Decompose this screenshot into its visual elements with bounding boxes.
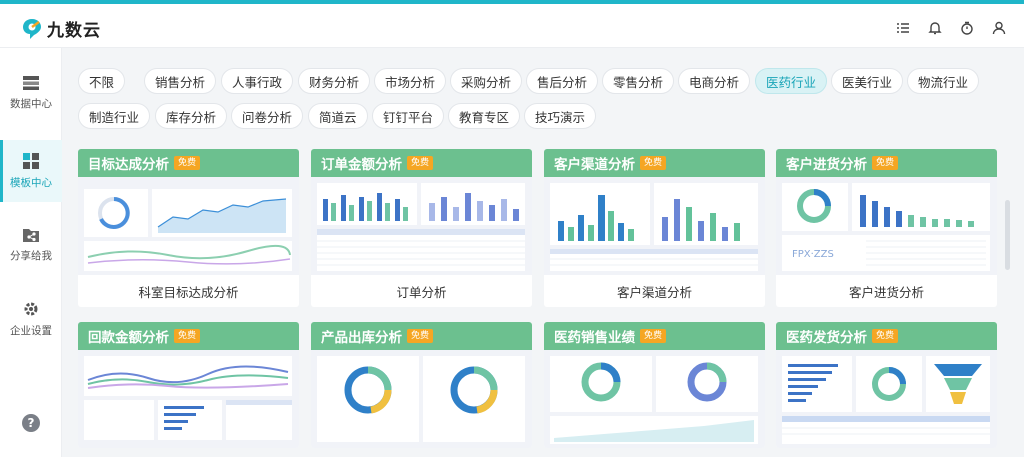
card-header: 目标达成分析 免费: [78, 149, 299, 177]
free-badge: 免费: [872, 329, 899, 343]
card-preview: [544, 350, 765, 448]
template-card[interactable]: 订单金额分析 免费 订单分析: [311, 149, 532, 307]
template-card[interactable]: 产品出库分析 免费: [311, 322, 532, 448]
card-header: 客户进货分析 免费: [776, 149, 997, 177]
list-icon[interactable]: [894, 19, 912, 37]
top-bar: 九数云: [0, 0, 1024, 48]
card-header: 回款金额分析 免费: [78, 322, 299, 350]
help-icon[interactable]: ?: [22, 414, 40, 432]
sidebar-item-label: 数据中心: [10, 98, 52, 110]
bell-icon[interactable]: [926, 19, 944, 37]
card-header: 医药销售业绩 免费: [544, 322, 765, 350]
card-title: 医药发货分析: [786, 330, 867, 346]
free-badge: 免费: [174, 329, 201, 343]
filter-tag[interactable]: 医美行业: [831, 68, 904, 94]
card-footer: 订单分析: [396, 284, 447, 300]
sidebar-item-template-center[interactable]: 模板中心: [0, 140, 62, 202]
sidebar-item-label: 模板中心: [10, 177, 52, 189]
svg-text:FPX·ZZS: FPX·ZZS: [792, 249, 834, 260]
filter-tag[interactable]: 制造行业: [78, 103, 151, 129]
card-preview: [776, 350, 997, 448]
template-card[interactable]: 客户进货分析 免费 FPX·ZZS 客户进货分析: [776, 149, 997, 307]
sidebar: 数据中心 模板中心 分享给我 企业设置 ?: [0, 48, 62, 457]
card-title: 订单金额分析: [321, 157, 402, 173]
card-footer: 科室目标达成分析: [138, 284, 239, 300]
card-title: 医药销售业绩: [554, 330, 635, 346]
card-header: 医药发货分析 免费: [776, 322, 997, 350]
share-icon: [23, 229, 39, 242]
filter-tag[interactable]: 零售分析: [602, 68, 675, 94]
sidebar-item-shared[interactable]: 分享给我: [0, 214, 62, 276]
filter-tag[interactable]: 销售分析: [144, 68, 217, 94]
app-name: 九数云: [47, 21, 101, 41]
timer-icon[interactable]: [958, 19, 976, 37]
filter-tag[interactable]: 采购分析: [450, 68, 523, 94]
free-badge: 免费: [407, 156, 434, 170]
sidebar-item-label: 分享给我: [10, 250, 52, 262]
filter-tag[interactable]: 电商分析: [678, 68, 751, 94]
card-preview: [544, 177, 765, 275]
gear-icon: [24, 302, 38, 316]
filter-tag[interactable]: 人事行政: [221, 68, 294, 94]
card-preview: [311, 177, 532, 275]
template-card[interactable]: 医药销售业绩 免费: [544, 322, 765, 448]
card-footer: 客户渠道分析: [616, 284, 692, 300]
user-icon[interactable]: [990, 19, 1008, 37]
filter-tag[interactable]: 教育专区: [448, 103, 521, 129]
card-preview: [311, 350, 532, 448]
filter-tag[interactable]: 库存分析: [155, 103, 228, 129]
template-card[interactable]: 目标达成分析 免费 科室目标达成分析: [78, 149, 299, 307]
free-badge: 免费: [174, 156, 201, 170]
filter-tag-active[interactable]: 医药行业: [755, 68, 828, 94]
card-preview: [78, 177, 299, 275]
free-badge: 免费: [872, 156, 899, 170]
logo-icon: [23, 18, 41, 39]
card-title: 产品出库分析: [321, 330, 402, 346]
filter-tag[interactable]: 售后分析: [526, 68, 599, 94]
free-badge: 免费: [640, 329, 667, 343]
card-footer: 客户进货分析: [848, 284, 924, 300]
filter-tag[interactable]: 技巧演示: [524, 103, 597, 129]
logo[interactable]: 九数云: [22, 16, 101, 41]
sidebar-item-enterprise-settings[interactable]: 企业设置: [0, 288, 62, 350]
card-preview: FPX·ZZS: [776, 177, 997, 275]
card-title: 客户渠道分析: [554, 157, 635, 173]
filter-tag[interactable]: 不限: [78, 68, 126, 94]
sidebar-item-label: 企业设置: [10, 325, 52, 337]
card-title: 客户进货分析: [786, 157, 867, 173]
template-card[interactable]: 客户渠道分析 免费 客户渠道分析: [544, 149, 765, 307]
card-header: 订单金额分析 免费: [311, 149, 532, 177]
database-icon: [23, 76, 39, 90]
free-badge: 免费: [407, 329, 434, 343]
card-title: 回款金额分析: [88, 330, 169, 346]
card-header: 客户渠道分析 免费: [544, 149, 765, 177]
filter-tag[interactable]: 物流行业: [907, 68, 980, 94]
card-preview: [78, 350, 299, 448]
filter-tag[interactable]: 钉钉平台: [372, 103, 445, 129]
template-icon: [23, 153, 39, 169]
card-header: 产品出库分析 免费: [311, 322, 532, 350]
card-title: 目标达成分析: [88, 157, 169, 173]
filter-tag[interactable]: 市场分析: [374, 68, 447, 94]
filter-tag[interactable]: 问卷分析: [231, 103, 304, 129]
filter-tag[interactable]: 简道云: [308, 103, 368, 129]
sidebar-item-data-center[interactable]: 数据中心: [0, 62, 62, 124]
template-gallery: 不限 销售分析 人事行政 财务分析 市场分析 采购分析 售后分析 零售分析 电商…: [62, 48, 1024, 457]
template-card[interactable]: 医药发货分析 免费: [776, 322, 997, 448]
filter-tag[interactable]: 财务分析: [298, 68, 371, 94]
template-card[interactable]: 回款金额分析 免费: [78, 322, 299, 448]
free-badge: 免费: [640, 156, 667, 170]
scrollbar[interactable]: [1005, 200, 1010, 270]
